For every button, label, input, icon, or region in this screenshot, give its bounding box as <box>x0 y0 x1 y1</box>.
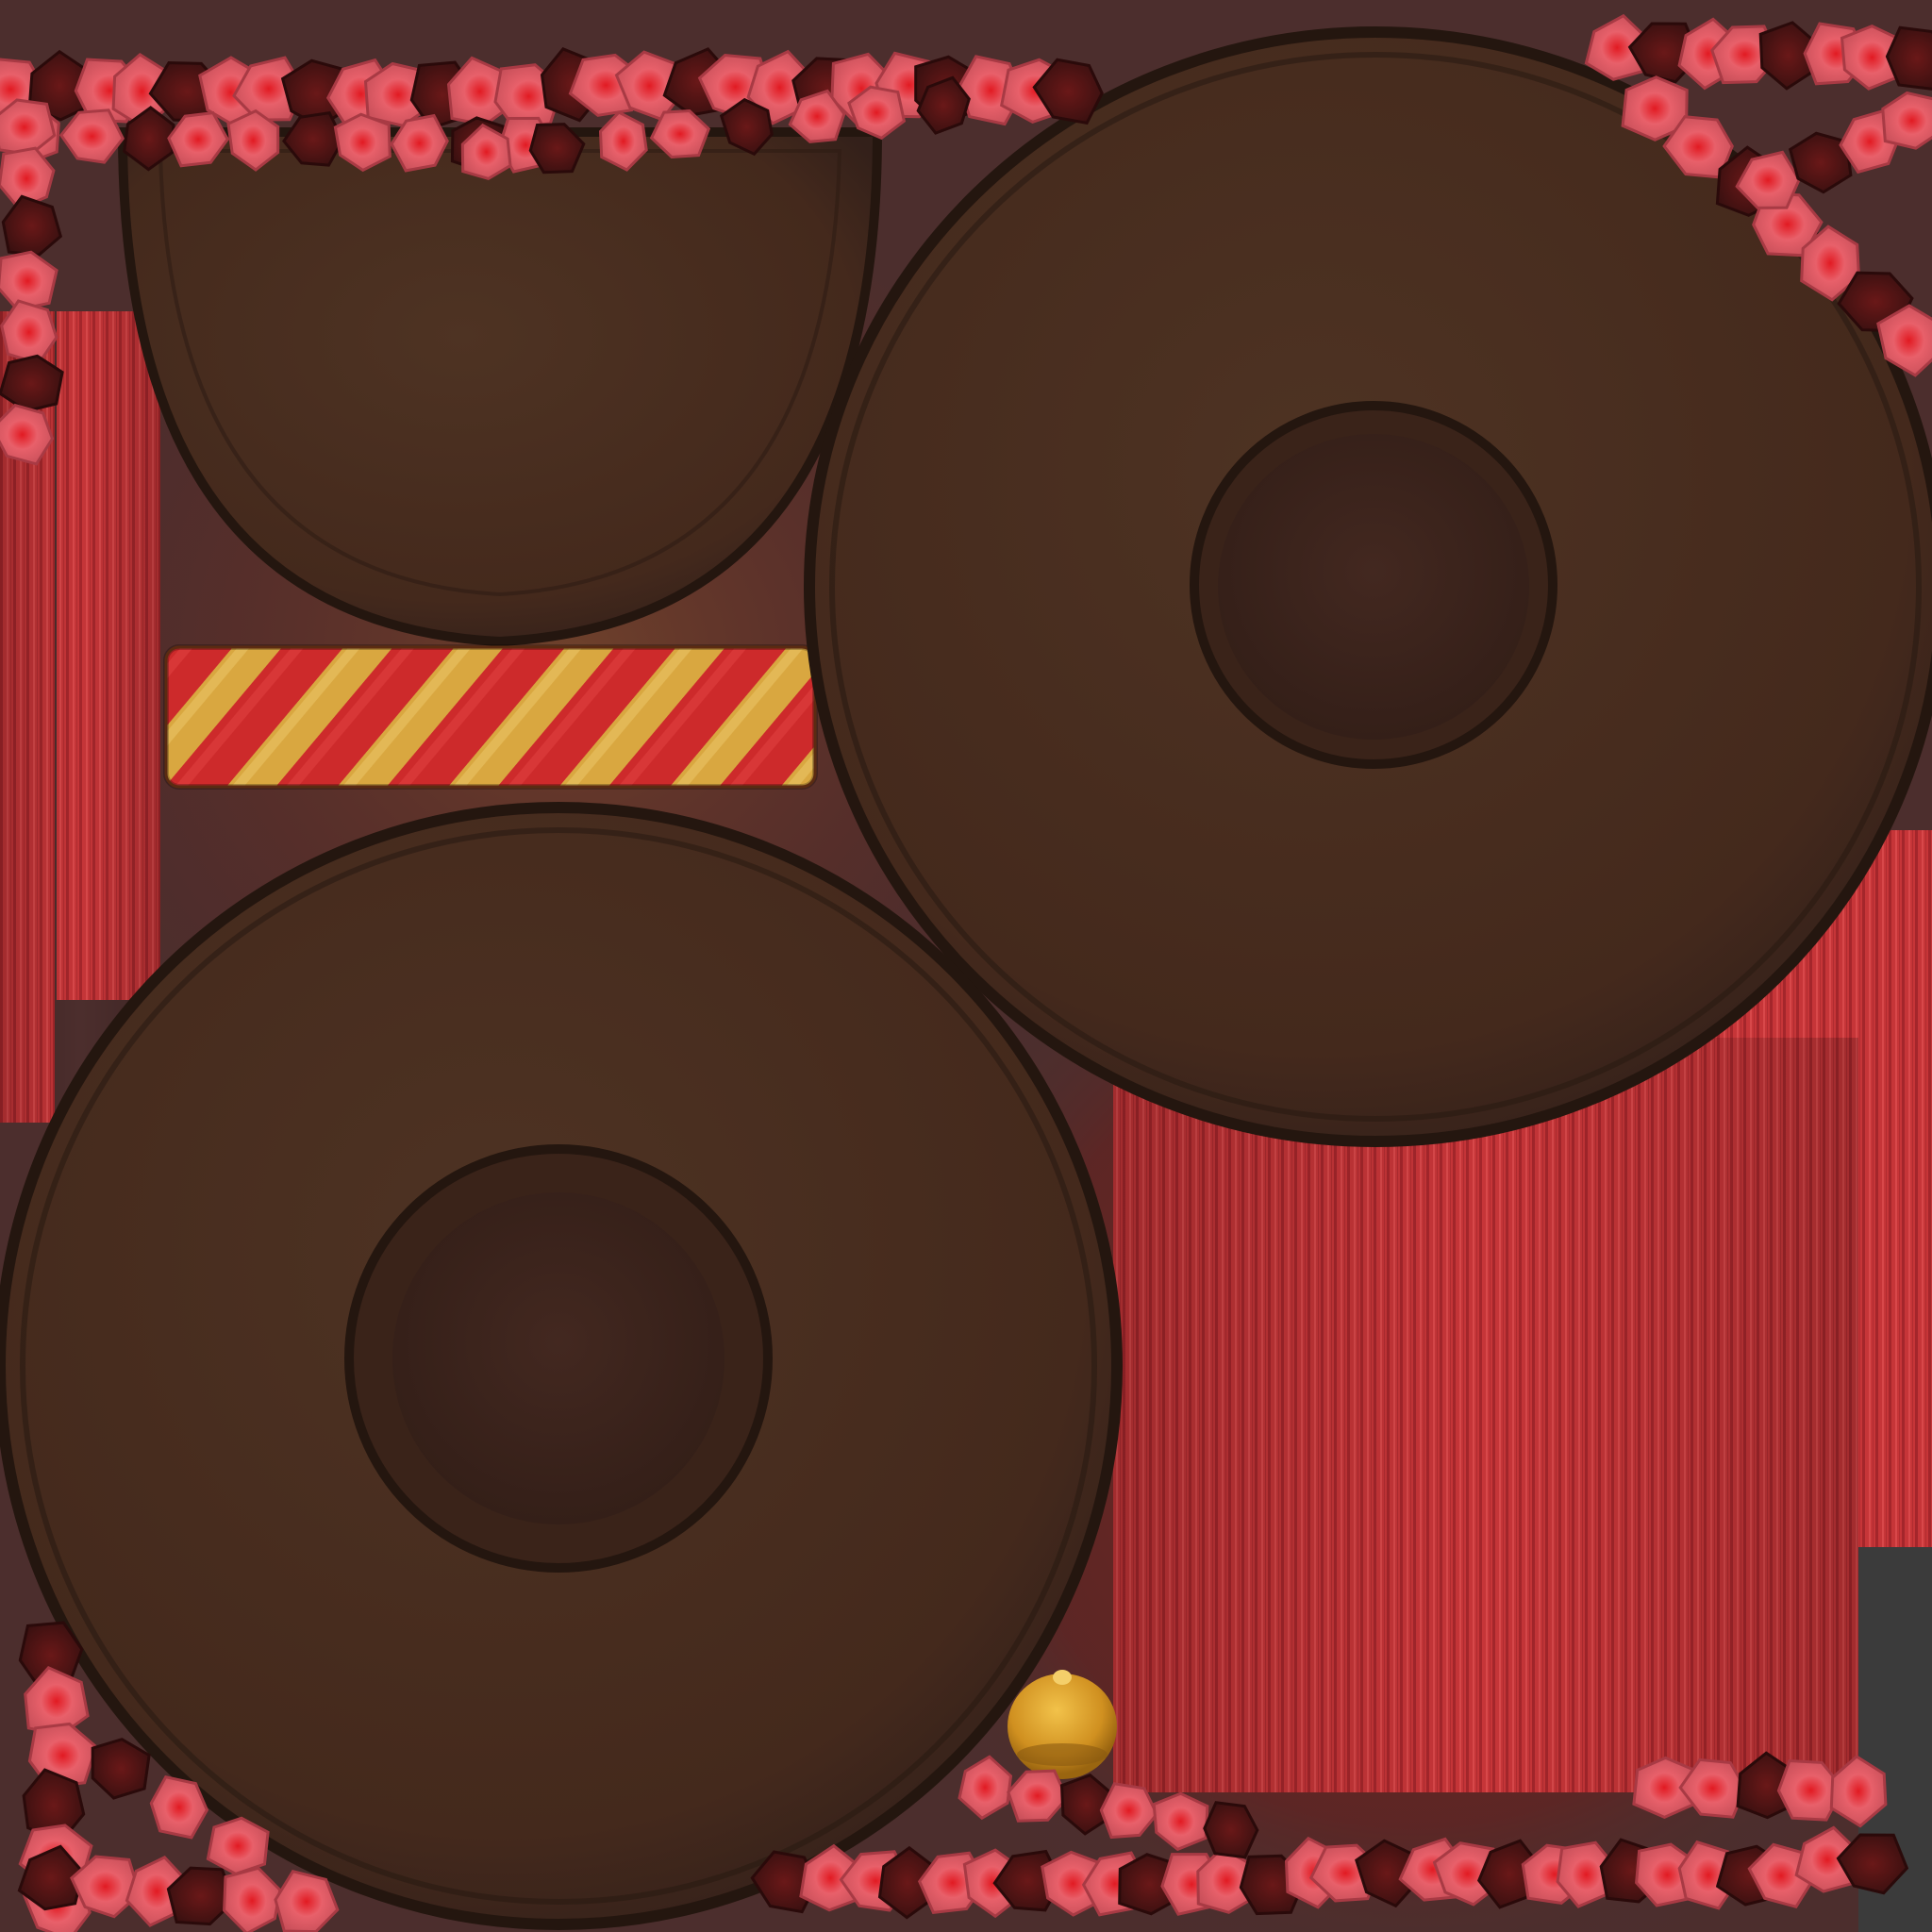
atlas-canvas <box>0 0 1932 1932</box>
felt-disc-bottom <box>0 802 1123 1930</box>
striped-ribbon <box>163 644 818 790</box>
texture-atlas <box>0 0 1932 1932</box>
